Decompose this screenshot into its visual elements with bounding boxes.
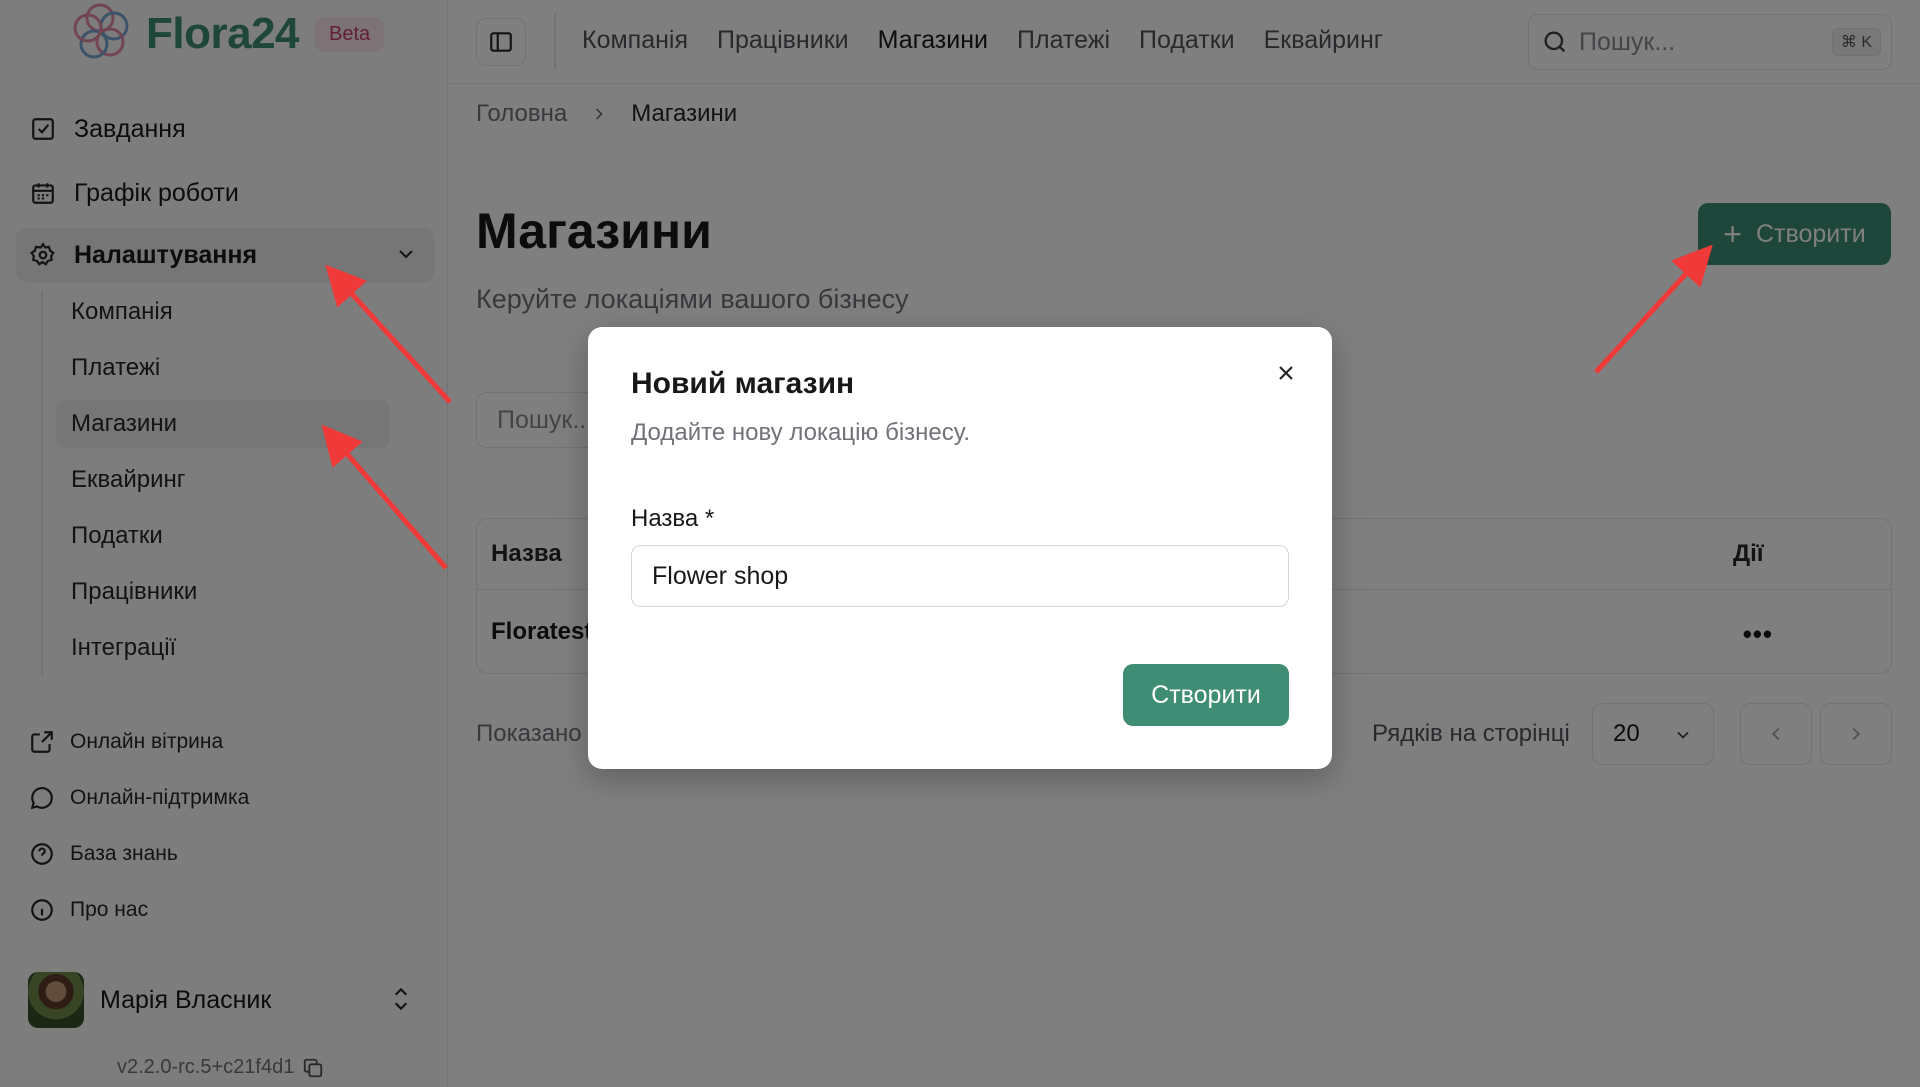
new-store-dialog: Новий магазин Додайте нову локацію бізне… xyxy=(588,327,1332,769)
dialog-subtitle: Додайте нову локацію бізнесу. xyxy=(631,419,971,446)
store-name-field[interactable]: Flower shop xyxy=(631,545,1289,607)
dialog-title: Новий магазин xyxy=(631,367,855,400)
close-button[interactable] xyxy=(1270,357,1302,389)
submit-create-button[interactable]: Створити xyxy=(1123,664,1289,726)
name-field-label: Назва * xyxy=(631,505,715,532)
close-icon xyxy=(1274,361,1298,385)
